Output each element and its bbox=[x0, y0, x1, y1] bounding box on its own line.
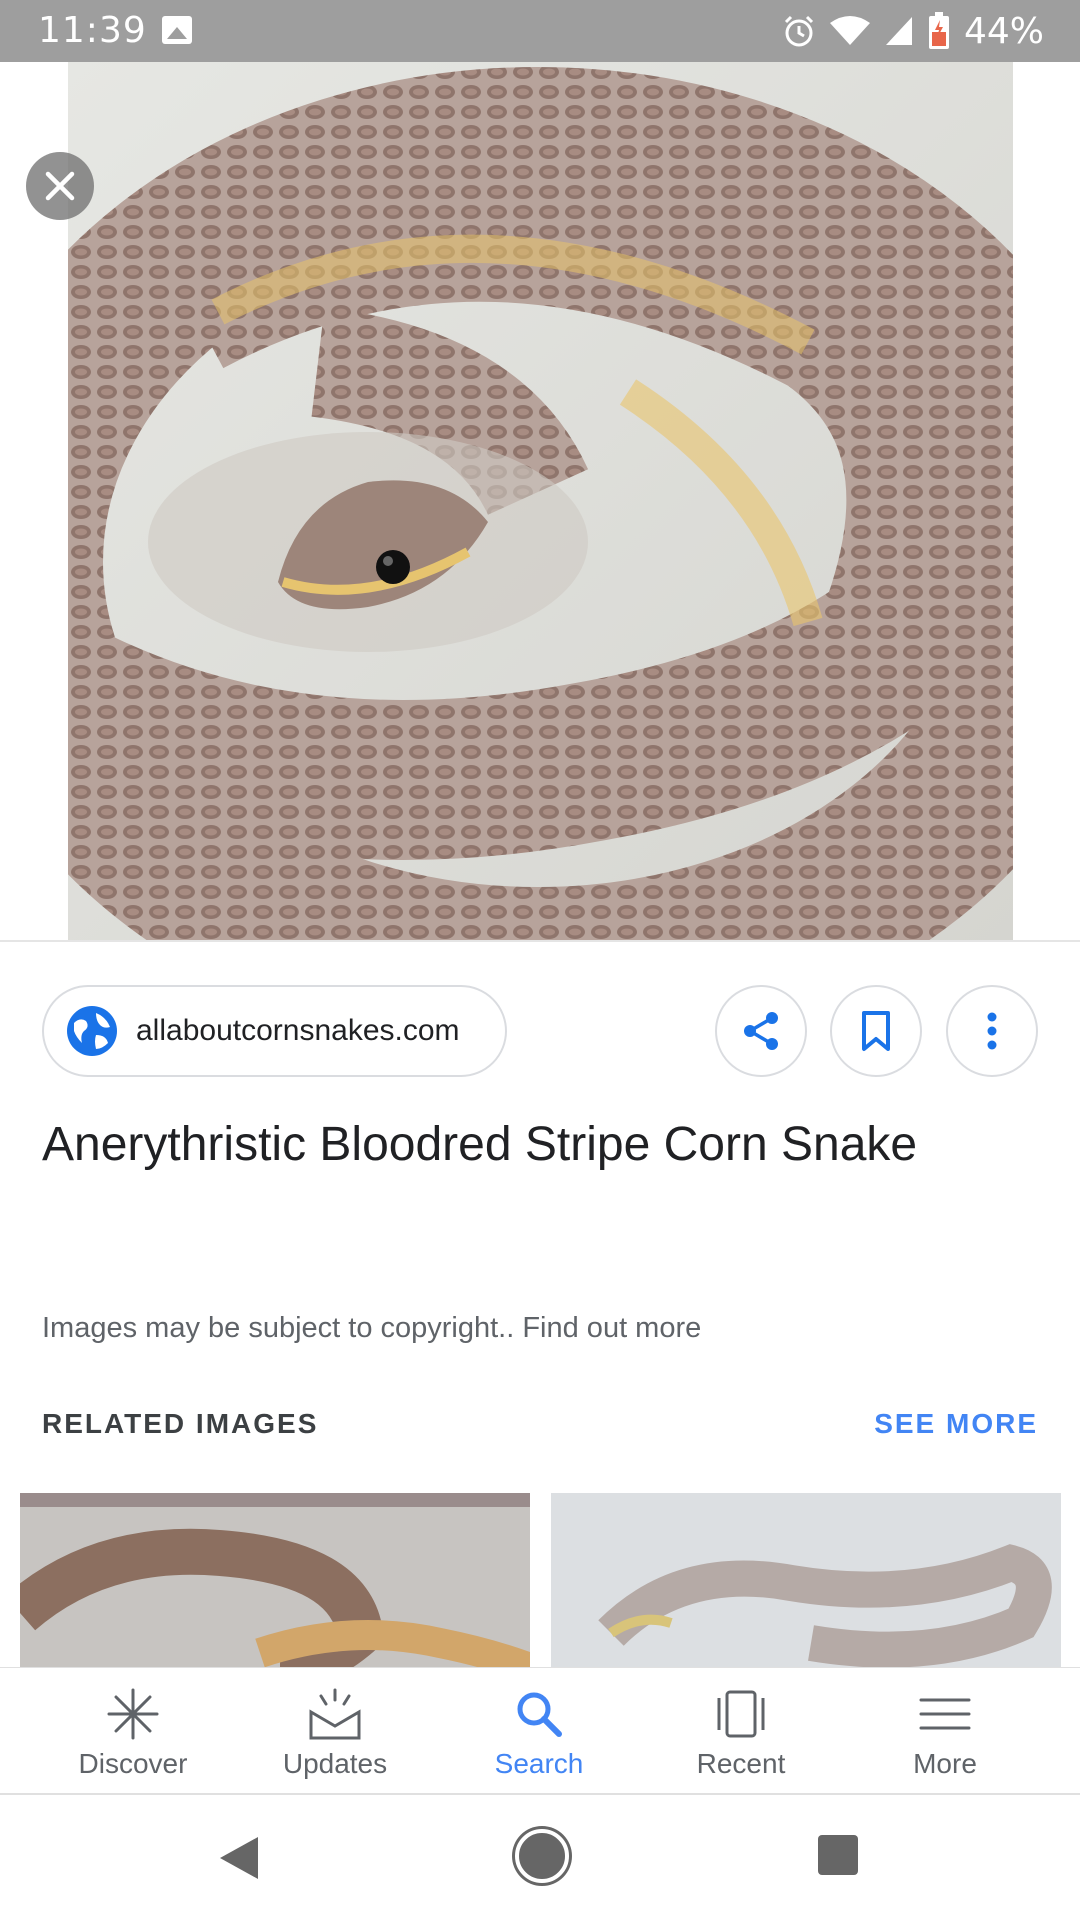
menu-icon bbox=[919, 1698, 971, 1730]
recent-icon bbox=[717, 1690, 765, 1738]
status-right-group: 44% bbox=[782, 8, 1044, 54]
image-notification-icon bbox=[162, 16, 192, 44]
share-icon bbox=[744, 1012, 778, 1050]
wifi-icon bbox=[829, 16, 870, 45]
source-domain: allaboutcornsnakes.com bbox=[136, 1014, 460, 1047]
source-link[interactable]: allaboutcornsnakes.com bbox=[42, 985, 507, 1077]
nav-recent[interactable]: Recent bbox=[640, 1668, 842, 1796]
recent-apps-button[interactable] bbox=[818, 1835, 858, 1875]
bottom-navigation: Discover Updates Search Recent More bbox=[0, 1667, 1080, 1795]
nav-updates[interactable]: Updates bbox=[234, 1668, 436, 1796]
alarm-icon bbox=[784, 15, 814, 47]
related-image-thumb[interactable] bbox=[551, 1493, 1061, 1668]
search-icon bbox=[517, 1692, 562, 1737]
bookmark-button[interactable] bbox=[830, 985, 922, 1077]
battery-icon bbox=[928, 12, 949, 49]
divider bbox=[0, 940, 1080, 942]
nav-more[interactable]: More bbox=[844, 1668, 1046, 1796]
more-vert-icon bbox=[987, 1012, 997, 1050]
updates-icon bbox=[309, 1688, 361, 1740]
close-icon bbox=[45, 171, 75, 201]
nav-label-more: More bbox=[913, 1748, 977, 1779]
discover-icon bbox=[107, 1688, 159, 1740]
battery-percent: 44% bbox=[963, 10, 1044, 52]
globe-icon bbox=[67, 1006, 117, 1056]
see-more-link[interactable]: SEE MORE bbox=[874, 1408, 1038, 1440]
nav-search[interactable]: Search bbox=[438, 1668, 640, 1796]
image-title: Anerythristic Bloodred Stripe Corn Snake bbox=[42, 1118, 918, 1171]
copyright-notice[interactable]: Images may be subject to copyright.. Fin… bbox=[42, 1312, 701, 1345]
bookmark-icon bbox=[862, 1011, 890, 1051]
cell-signal-icon bbox=[885, 17, 912, 45]
more-options-button[interactable] bbox=[946, 985, 1038, 1077]
home-button[interactable] bbox=[515, 1829, 569, 1883]
close-button[interactable] bbox=[26, 152, 94, 220]
snake-image[interactable] bbox=[68, 62, 1013, 940]
image-viewer bbox=[0, 62, 1080, 940]
nav-label-recent: Recent bbox=[696, 1748, 786, 1779]
nav-label-updates: Updates bbox=[282, 1748, 388, 1779]
nav-label-search: Search bbox=[494, 1748, 584, 1779]
nav-discover[interactable]: Discover bbox=[32, 1668, 234, 1796]
related-image-thumb[interactable] bbox=[20, 1493, 530, 1668]
related-images-header: RELATED IMAGES bbox=[42, 1408, 319, 1439]
back-icon[interactable] bbox=[218, 1835, 260, 1881]
system-navigation-bar bbox=[0, 1795, 1080, 1920]
nav-label-discover: Discover bbox=[78, 1748, 188, 1779]
share-button[interactable] bbox=[715, 985, 807, 1077]
status-bar: 11:39 44% bbox=[0, 0, 1080, 62]
status-time: 11:39 bbox=[38, 10, 147, 51]
